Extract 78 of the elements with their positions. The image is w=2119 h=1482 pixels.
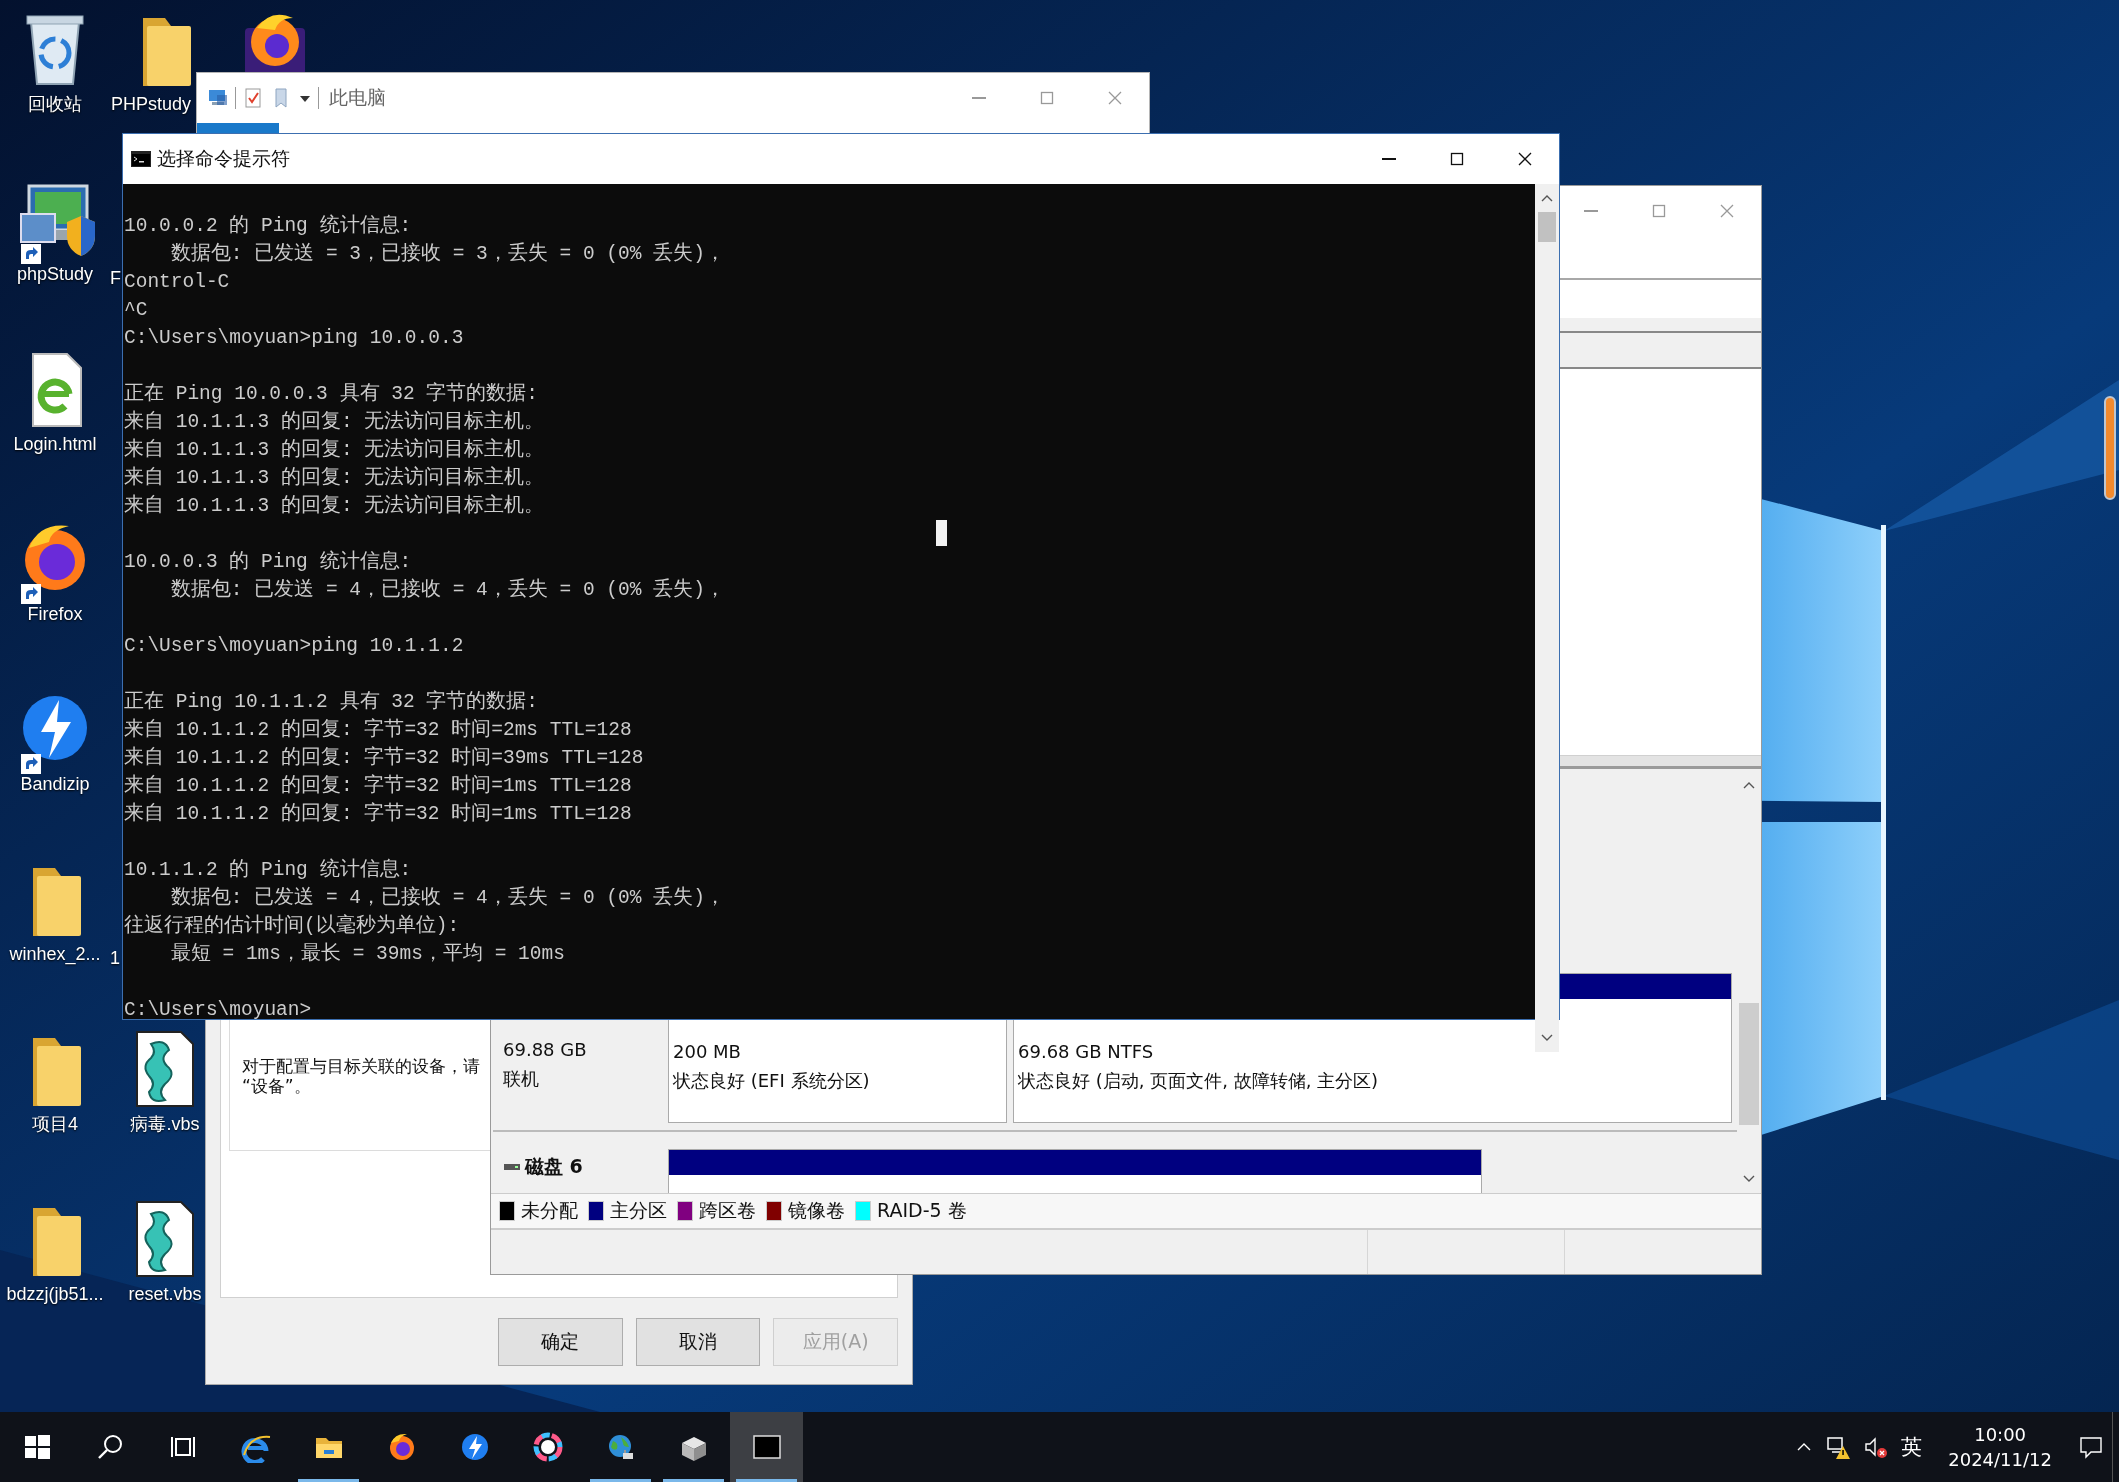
maximize-icon <box>1039 90 1055 106</box>
icon-label[interactable]: PHPstudy <box>110 92 191 116</box>
terminal-icon <box>131 151 151 167</box>
notification-icon[interactable] <box>2078 1434 2104 1460</box>
legend-label: 跨区卷 <box>699 1198 756 1223</box>
dialog-button[interactable]: 取消 <box>635 1318 761 1366</box>
legend-label: RAID-5 卷 <box>877 1198 967 1223</box>
partition-status: 状态良好 (启动, 页面文件, 故障转储, 主分区) <box>1018 1069 1379 1093</box>
icon-label[interactable]: reset.vbs <box>128 1282 202 1306</box>
console-line: 来自 10.1.1.2 的回复: 字节=32 时间=39ms TTL=128 <box>124 745 644 771</box>
network-warning-icon[interactable] <box>1825 1434 1852 1460</box>
partition-status: 状态良好 (EFI 系统分区) <box>673 1069 870 1093</box>
scrollbar-thumb[interactable] <box>1538 212 1556 242</box>
console-line: 来自 10.1.1.2 的回复: 字节=32 时间=1ms TTL=128 <box>124 801 632 827</box>
console-line: 来自 10.1.1.2 的回复: 字节=32 时间=1ms TTL=128 <box>124 773 632 799</box>
icon-label[interactable]: bdzzj(jb51... <box>6 1282 104 1306</box>
partition-size: 200 MB <box>673 1040 741 1064</box>
legend-label: 未分配 <box>521 1198 578 1223</box>
icon-label[interactable]: Bandizip <box>20 772 90 796</box>
minimize-icon <box>1584 210 1598 212</box>
console-line: 来自 10.1.1.2 的回复: 字节=32 时间=2ms TTL=128 <box>124 717 632 743</box>
close-icon <box>1107 90 1123 106</box>
console-line: 数据包: 已发送 = 4，已接收 = 4，丢失 = 0 (0% 丢失)， <box>169 885 725 911</box>
input-method-indicator[interactable]: 英 <box>1901 1433 1923 1461</box>
text-cursor <box>936 520 947 546</box>
maximize-icon <box>1449 151 1465 167</box>
icon-label[interactable]: Firefox <box>27 602 83 626</box>
console-line: 10.0.0.2 的 Ping 统计信息: <box>124 213 412 239</box>
description-text: 对于配置与目标关联的设备，请 <box>242 1056 480 1076</box>
icon-label[interactable]: Login.html <box>13 432 97 456</box>
scrollbar-thumb[interactable] <box>1739 1003 1759 1125</box>
disk-name: 磁盘 6 <box>525 1154 583 1179</box>
console-line: 来自 10.1.1.3 的回复: 无法访问目标主机。 <box>124 493 545 519</box>
window-title: 选择命令提示符 <box>157 146 290 171</box>
icon-label[interactable]: 1 <box>110 946 120 970</box>
console-line: 数据包: 已发送 = 4，已接收 = 4，丢失 = 0 (0% 丢失)， <box>169 577 725 603</box>
taskbar-button[interactable] <box>730 1412 803 1482</box>
maximize-icon <box>1651 203 1667 219</box>
minimize-icon <box>972 97 986 99</box>
icon-label[interactable]: 病毒.vbs <box>130 1112 200 1136</box>
console-line: C:\Users\moyuan>ping 10.0.0.3 <box>124 326 464 351</box>
scrollbar[interactable] <box>1535 184 1559 1052</box>
clock[interactable]: 10:00 2024/11/12 <box>1934 1422 2066 1472</box>
partition-block[interactable] <box>669 1150 1481 1193</box>
console-line: 正在 Ping 10.0.0.3 具有 32 字节的数据: <box>124 381 539 407</box>
console-line: C:\Users\moyuan> <box>124 998 312 1023</box>
partition-size: 69.68 GB NTFS <box>1018 1040 1154 1064</box>
side-handle[interactable] <box>2104 396 2116 500</box>
console-line: 往返行程的估计时间(以毫秒为单位): <box>124 913 460 939</box>
icon-label[interactable]: 项目4 <box>32 1112 78 1136</box>
console-line: 最短 = 1ms，最长 = 39ms，平均 = 10ms <box>169 941 565 967</box>
checklist-icon[interactable] <box>242 87 264 109</box>
dialog-button[interactable]: 确定 <box>498 1318 623 1366</box>
console-line: 正在 Ping 10.1.1.2 具有 32 字节的数据: <box>124 689 539 715</box>
icon-label[interactable]: F <box>110 266 121 290</box>
icon-label[interactable]: phpStudy <box>16 262 94 286</box>
console-line: C:\Users\moyuan>ping 10.1.1.2 <box>124 634 464 659</box>
legend-label: 镜像卷 <box>788 1198 845 1223</box>
console-line: ^C <box>124 298 148 323</box>
close-icon <box>1719 203 1735 219</box>
console-line: 数据包: 已发送 = 3，已接收 = 3，丢失 = 0 (0% 丢失)， <box>169 241 725 267</box>
console-line: 来自 10.1.1.3 的回复: 无法访问目标主机。 <box>124 437 545 463</box>
icon-label[interactable]: 回收站 <box>28 92 82 116</box>
description-text: “设备”。 <box>242 1076 311 1096</box>
ring-icon <box>531 1431 564 1463</box>
close-icon <box>1517 151 1533 167</box>
console-line: 10.1.1.2 的 Ping 统计信息: <box>124 857 412 883</box>
disk-status: 联机 <box>503 1067 540 1091</box>
icon-label[interactable]: winhex_2... <box>9 942 101 966</box>
console-line: 来自 10.1.1.3 的回复: 无法访问目标主机。 <box>124 409 545 435</box>
minimize-icon <box>1382 158 1396 160</box>
legend-label: 主分区 <box>610 1198 667 1223</box>
console-line: Control-C <box>124 270 230 295</box>
speaker-muted-icon[interactable] <box>1863 1434 1890 1460</box>
console-line: 来自 10.1.1.3 的回复: 无法访问目标主机。 <box>124 465 545 491</box>
window-title: 此电脑 <box>329 85 386 110</box>
disk-capacity: 69.88 GB <box>503 1038 588 1062</box>
console-line: 10.0.0.3 的 Ping 统计信息: <box>124 549 412 575</box>
